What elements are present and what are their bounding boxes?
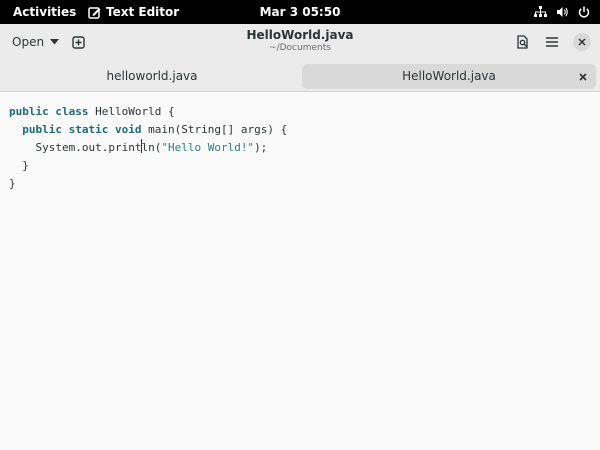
close-circle <box>573 33 591 51</box>
power-icon <box>578 6 590 18</box>
main-menu-button[interactable] <box>540 30 564 54</box>
code-line: public class HelloWorld { <box>9 103 287 121</box>
document-search-icon <box>516 35 528 49</box>
keyword: static <box>68 123 109 136</box>
tab-label: HelloWorld.java <box>402 69 496 83</box>
code-text: } <box>22 159 29 172</box>
text-editor-icon <box>88 6 101 19</box>
code-line: public static void main(String[] args) { <box>9 121 287 139</box>
keyword: class <box>55 105 89 118</box>
tab-helloworld-active[interactable]: HelloWorld.java <box>302 64 596 89</box>
tab-label: helloworld.java <box>106 69 198 83</box>
tab-close-button[interactable] <box>576 64 590 89</box>
app-name: Text Editor <box>106 5 180 19</box>
string-literal: "Hello World!" <box>161 141 255 154</box>
add-tab-icon <box>71 35 85 49</box>
text-editor-area[interactable]: public class HelloWorld { public static … <box>0 93 600 450</box>
document-properties-button[interactable] <box>510 30 534 54</box>
tab-helloworld-lowercase[interactable]: helloworld.java <box>4 64 300 89</box>
close-icon <box>578 38 586 46</box>
code-text: ln( <box>141 141 162 154</box>
open-button[interactable]: Open <box>6 30 65 54</box>
code-view[interactable]: public class HelloWorld { public static … <box>9 103 287 193</box>
code-text: System.out.print <box>35 141 142 154</box>
status-area[interactable] <box>534 0 590 24</box>
new-tab-button[interactable] <box>66 30 90 54</box>
keyword: public <box>22 123 62 136</box>
hamburger-menu-icon <box>546 37 558 47</box>
header-bar: Open HelloWorld.java ~/Documents <box>0 24 600 60</box>
close-icon <box>579 72 587 81</box>
clock[interactable]: Mar 3 05:50 <box>260 5 341 19</box>
chevron-down-icon <box>50 39 60 45</box>
app-menu[interactable]: Text Editor <box>88 0 179 24</box>
top-bar: Activities Text Editor Mar 3 05:50 <box>0 0 600 24</box>
code-text: } <box>9 177 16 190</box>
code-text: HelloWorld { <box>95 105 175 118</box>
volume-icon <box>557 7 568 17</box>
keyword: public <box>9 105 49 118</box>
code-text: main(String[] args) { <box>148 123 288 136</box>
open-label: Open <box>12 35 45 49</box>
tab-bar: helloworld.java HelloWorld.java <box>0 60 600 92</box>
code-text: ); <box>254 141 268 154</box>
window-close-button[interactable] <box>570 30 594 54</box>
code-line: } <box>9 157 287 175</box>
network-icon <box>534 6 547 17</box>
code-line: System.out.println("Hello World!"); <box>9 139 287 157</box>
activities-button[interactable]: Activities <box>13 0 76 24</box>
keyword: void <box>115 123 142 136</box>
code-line: } <box>9 175 287 193</box>
